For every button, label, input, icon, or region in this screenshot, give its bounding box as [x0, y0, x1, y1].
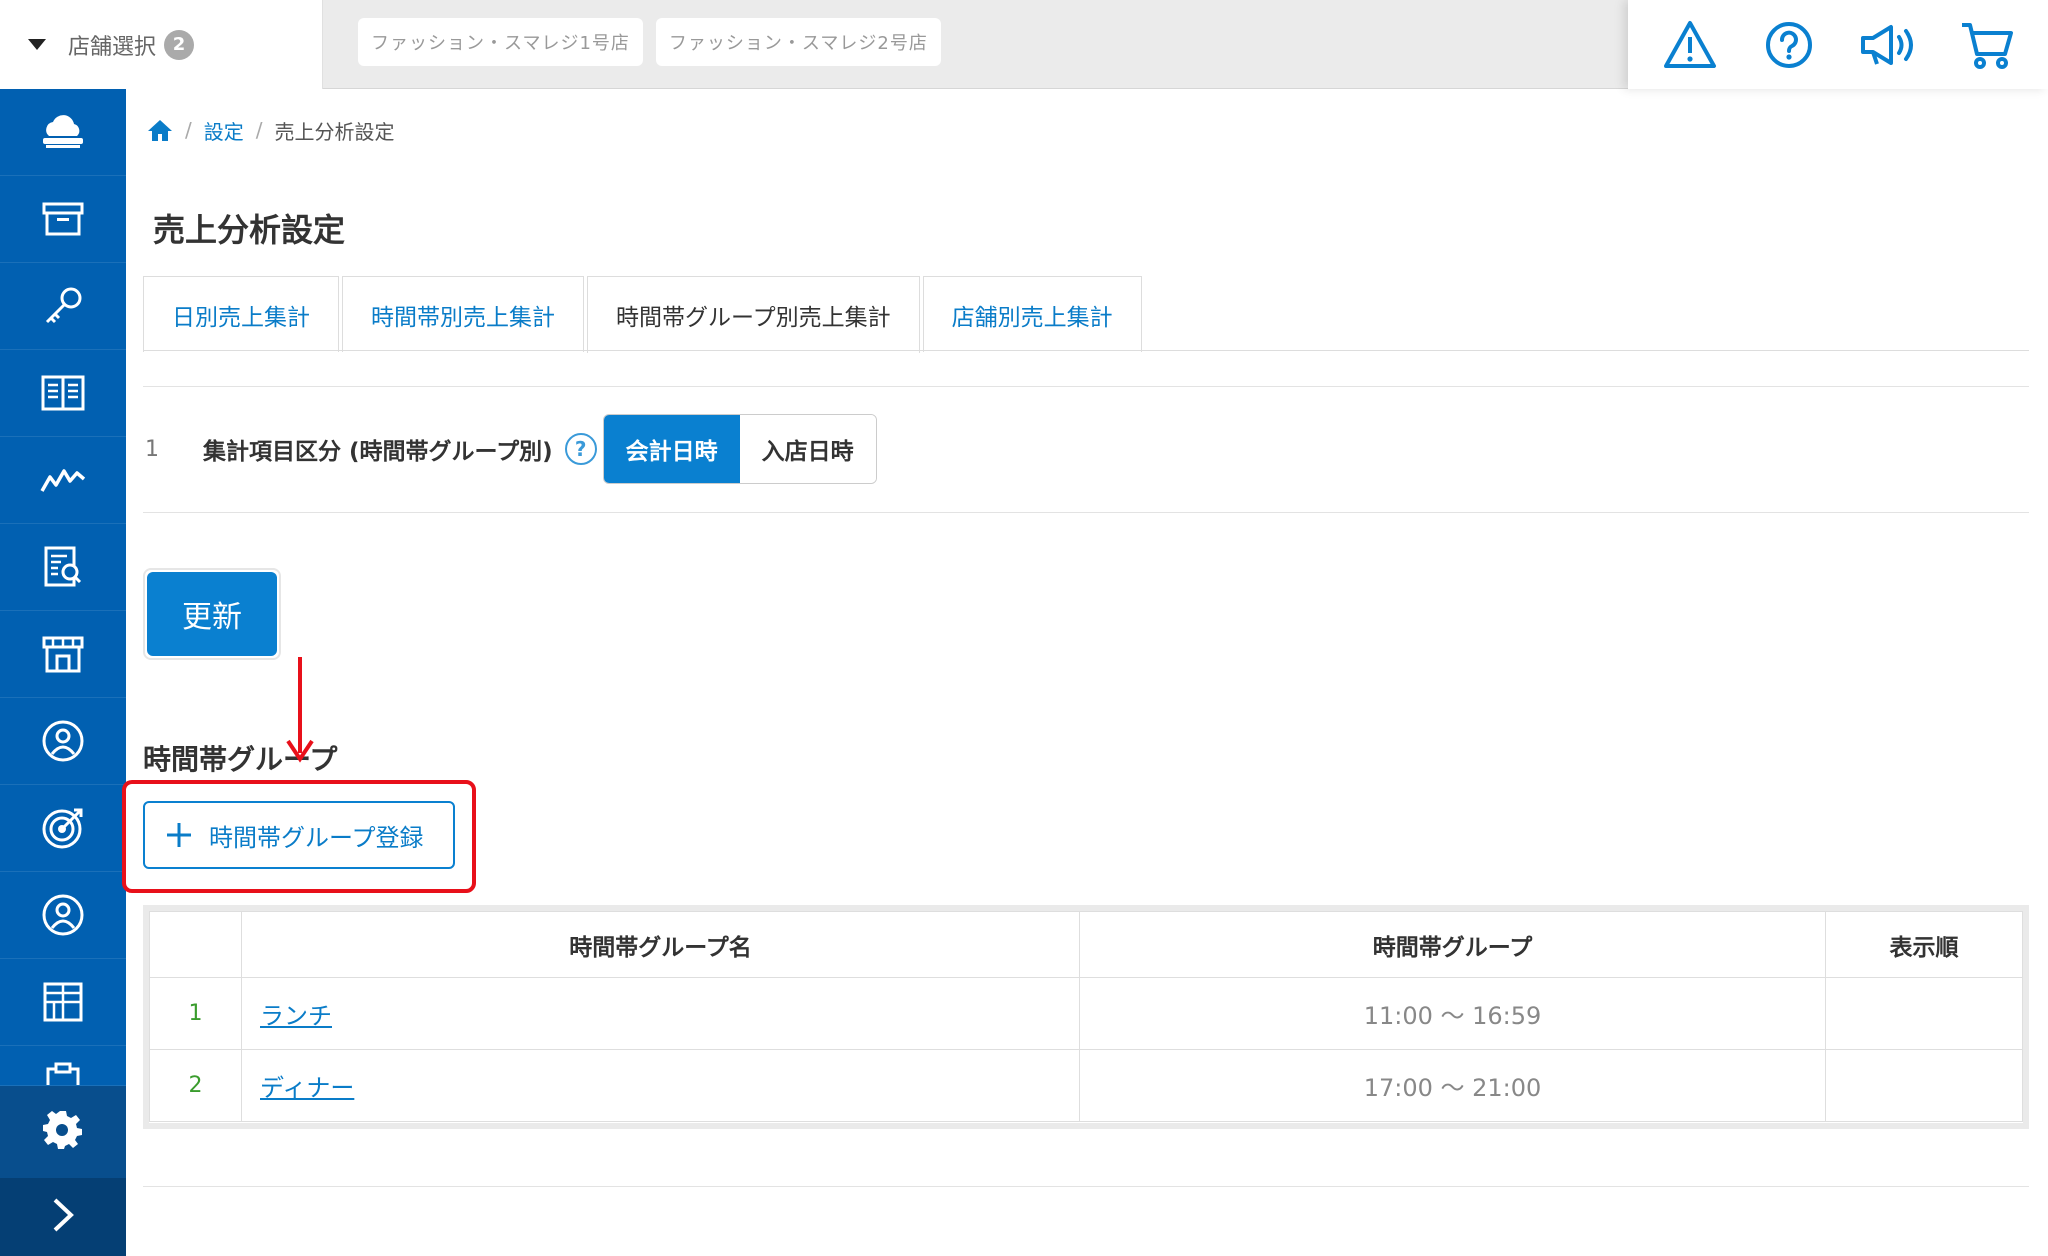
- table-row: 1 ランチ 11:00 〜 16:59: [149, 977, 2023, 1050]
- time-group-link[interactable]: ディナー: [260, 1074, 354, 1102]
- member-icon[interactable]: [0, 872, 126, 959]
- setting-label: 集計項目区分 (時間帯グループ別): [203, 439, 553, 465]
- time-group-link[interactable]: ランチ: [260, 1002, 332, 1030]
- table-header-row: 時間帯グループ名 時間帯グループ 表示順: [149, 911, 2023, 978]
- help-icon[interactable]: ?: [564, 433, 597, 465]
- breadcrumb-settings[interactable]: 設定: [204, 116, 244, 145]
- book-icon[interactable]: [0, 350, 126, 437]
- option-checkout-time[interactable]: 会計日時: [603, 415, 740, 483]
- breadcrumb-separator: /: [185, 118, 192, 142]
- row-range: 11:00 〜 16:59: [1079, 977, 1826, 1050]
- row-order: [1825, 1049, 2023, 1122]
- caret-down-icon: [28, 39, 46, 50]
- store-chip[interactable]: ファッション・スマレジ2号店: [655, 18, 941, 66]
- megaphone-icon[interactable]: [1858, 15, 1918, 75]
- table-row: 2 ディナー 17:00 〜 21:00: [149, 1049, 2023, 1122]
- home-icon[interactable]: [147, 118, 173, 142]
- row-name-cell: ランチ: [241, 977, 1080, 1050]
- settings-button[interactable]: [0, 1086, 126, 1178]
- sidebar-expand-button[interactable]: [0, 1178, 126, 1256]
- tab-hourly-sales[interactable]: 時間帯別売上集計: [342, 276, 584, 352]
- row-number: 2: [149, 1049, 242, 1122]
- trend-chart-icon[interactable]: [0, 437, 126, 524]
- tab-time-group-sales[interactable]: 時間帯グループ別売上集計: [587, 276, 920, 353]
- update-button[interactable]: 更新: [147, 572, 277, 656]
- plus-icon: [167, 823, 191, 847]
- chevron-right-icon: [51, 1197, 75, 1237]
- time-group-table: 時間帯グループ名 時間帯グループ 表示順 1 ランチ 11:00 〜 16:59…: [143, 905, 2029, 1129]
- column-header-number: [149, 911, 242, 978]
- store-select-label: 店舗選択: [68, 34, 157, 60]
- divider: [143, 350, 2029, 351]
- column-header-range: 時間帯グループ: [1079, 911, 1826, 978]
- breadcrumb-current: 売上分析設定: [274, 119, 395, 144]
- tab-daily-sales[interactable]: 日別売上集計: [143, 276, 339, 352]
- store-icon[interactable]: [0, 611, 126, 698]
- divider: [143, 1186, 2029, 1187]
- annotation-arrow: [286, 657, 314, 763]
- top-icon-bar: [1628, 0, 2048, 89]
- aggregation-toggle: 会計日時 入店日時: [602, 414, 877, 484]
- grid-apps-icon[interactable]: [0, 959, 126, 1046]
- setting-number: 1: [145, 436, 159, 462]
- key-icon[interactable]: [0, 263, 126, 350]
- column-header-order: 表示順: [1825, 911, 2023, 978]
- sidebar: [0, 89, 126, 1256]
- clipboard-icon[interactable]: [0, 1046, 126, 1086]
- top-bar: 店舗選択 2 ファッション・スマレジ1号店 ファッション・スマレジ2号店: [0, 0, 2048, 89]
- page-title: 売上分析設定: [153, 211, 346, 249]
- update-button-frame: 更新: [143, 568, 281, 660]
- help-icon[interactable]: [1759, 15, 1819, 75]
- option-entry-time[interactable]: 入店日時: [739, 415, 876, 483]
- divider: [143, 512, 2029, 513]
- add-time-group-label: 時間帯グループ登録: [209, 823, 424, 852]
- row-order: [1825, 977, 2023, 1050]
- column-header-name: 時間帯グループ名: [241, 911, 1080, 978]
- customer-icon[interactable]: [0, 698, 126, 785]
- tab-store-sales[interactable]: 店舗別売上集計: [922, 276, 1142, 352]
- selected-store-chips: ファッション・スマレジ1号店 ファッション・スマレジ2号店: [358, 18, 941, 66]
- divider: [143, 386, 2029, 387]
- add-time-group-button[interactable]: 時間帯グループ登録: [143, 801, 455, 869]
- row-name-cell: ディナー: [241, 1049, 1080, 1122]
- store-chip[interactable]: ファッション・スマレジ1号店: [358, 18, 643, 66]
- row-number: 1: [149, 977, 242, 1050]
- target-icon[interactable]: [0, 785, 126, 872]
- store-select-dropdown[interactable]: 店舗選択 2: [0, 0, 323, 89]
- row-range: 17:00 〜 21:00: [1079, 1049, 1826, 1122]
- gear-icon: [43, 1110, 83, 1154]
- store-count-badge: 2: [164, 29, 195, 60]
- aggregation-setting-row: 1 集計項目区分 (時間帯グループ別) ? 会計日時 入店日時: [143, 412, 877, 486]
- report-search-icon[interactable]: [0, 524, 126, 611]
- cloud-register-icon[interactable]: [0, 89, 126, 176]
- breadcrumb: / 設定 / 売上分析設定: [147, 114, 395, 146]
- cart-icon[interactable]: [1957, 15, 2017, 75]
- warning-icon[interactable]: [1660, 15, 1720, 75]
- tab-bar: 日別売上集計 時間帯別売上集計 時間帯グループ別売上集計 店舗別売上集計: [143, 276, 1145, 353]
- archive-box-icon[interactable]: [0, 176, 126, 263]
- breadcrumb-separator: /: [255, 118, 263, 142]
